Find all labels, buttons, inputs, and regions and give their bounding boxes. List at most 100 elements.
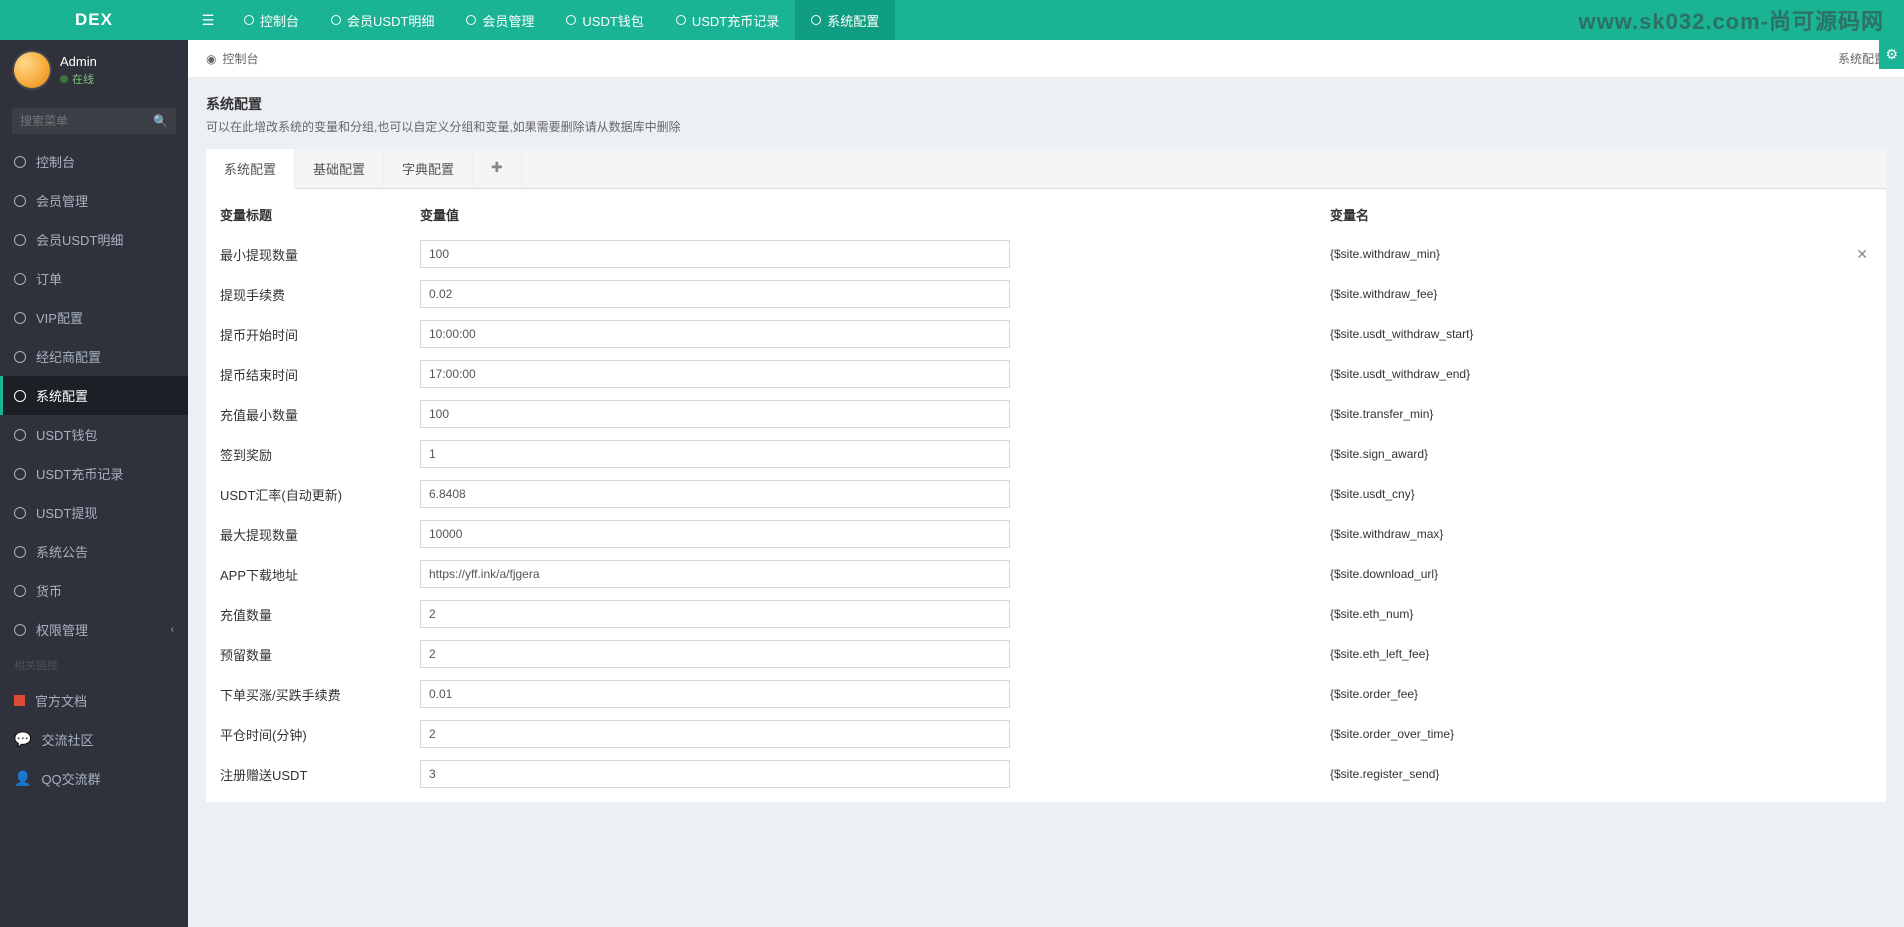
sidebar-link-2[interactable]: 👤QQ交流群 (0, 759, 188, 798)
status-dot-icon (60, 75, 68, 83)
row-var: {$site.eth_num} (1010, 607, 1872, 621)
circle-icon (14, 312, 26, 324)
row-input-2[interactable] (420, 320, 1010, 348)
sidebar-item-0[interactable]: 控制台 (0, 142, 188, 181)
search-icon[interactable]: 🔍 (153, 114, 168, 128)
topnav-item-1[interactable]: 会员USDT明细 (315, 0, 450, 40)
panel-description: 可以在此增改系统的变量和分组,也可以自定义分组和变量,如果需要删除请从数据库中删… (206, 118, 1886, 135)
row-var: {$site.usdt_withdraw_end} (1010, 367, 1872, 381)
config-row-8: APP下载地址{$site.download_url} (206, 554, 1886, 594)
user-panel: Admin 在线 (0, 40, 188, 100)
row-label: 最大提现数量 (220, 525, 420, 544)
topnav-item-5[interactable]: 系统配置 (795, 0, 895, 40)
circle-icon (331, 15, 341, 25)
circle-icon (14, 468, 26, 480)
row-input-4[interactable] (420, 400, 1010, 428)
tabs: 系统配置基础配置字典配置✚ (206, 149, 1886, 189)
breadcrumb-home[interactable]: 控制台 (222, 50, 258, 67)
row-input-7[interactable] (420, 520, 1010, 548)
column-var: 变量名 (1010, 205, 1872, 224)
tab-2[interactable]: 字典配置 (384, 149, 473, 188)
row-input-5[interactable] (420, 440, 1010, 468)
row-label: 提币结束时间 (220, 365, 420, 384)
row-input-3[interactable] (420, 360, 1010, 388)
avatar[interactable] (14, 52, 50, 88)
config-row-10: 预留数量 {$site.eth_left_fee} (206, 634, 1886, 674)
row-var: {$site.sign_award} (1010, 447, 1872, 461)
row-input-6[interactable] (420, 480, 1010, 508)
close-icon[interactable]: ✕ (1856, 246, 1872, 263)
row-input-13[interactable] (420, 760, 1010, 788)
circle-icon (14, 429, 26, 441)
tab-0[interactable]: 系统配置 (206, 149, 295, 189)
brand-logo[interactable]: DEX (0, 0, 188, 40)
circle-icon (14, 624, 26, 636)
topnav-item-4[interactable]: USDT充币记录 (660, 0, 795, 40)
sidebar-item-4[interactable]: VIP配置 (0, 298, 188, 337)
search-input[interactable] (12, 108, 176, 134)
row-label: 平仓时间(分钟) (220, 725, 420, 744)
column-value: 变量值 (420, 205, 1010, 224)
circle-icon (14, 234, 26, 246)
row-input-9[interactable] (420, 600, 1010, 628)
circle-icon (811, 15, 821, 25)
config-row-6: USDT汇率(自动更新){$site.usdt_cny} (206, 474, 1886, 514)
config-row-7: 最大提现数量{$site.withdraw_max} (206, 514, 1886, 554)
top-nav: ☰ 控制台会员USDT明细会员管理USDT钱包USDT充币记录系统配置 (188, 0, 1904, 40)
config-row-12: 平仓时间(分钟) {$site.order_over_time} (206, 714, 1886, 754)
panel-title: 系统配置 (206, 94, 1886, 114)
document-icon (14, 695, 25, 706)
sidebar-item-1[interactable]: 会员管理 (0, 181, 188, 220)
sidebar-link-0[interactable]: 官方文档 (0, 681, 188, 720)
tab-1[interactable]: 基础配置 (295, 149, 384, 188)
sidebar-item-2[interactable]: 会员USDT明细 (0, 220, 188, 259)
circle-icon (14, 585, 26, 597)
row-label: 预留数量 (220, 645, 420, 664)
sidebar-item-9[interactable]: USDT提现 (0, 493, 188, 532)
row-var: {$site.usdt_withdraw_start} (1010, 327, 1872, 341)
row-var: {$site.withdraw_min}✕ (1010, 246, 1872, 263)
row-var: {$site.register_send} (1010, 767, 1872, 781)
row-var: {$site.download_url} (1010, 567, 1872, 581)
config-row-3: 提币结束时间 {$site.usdt_withdraw_end} (206, 354, 1886, 394)
row-var: {$site.order_over_time} (1010, 727, 1872, 741)
row-input-0[interactable] (420, 240, 1010, 268)
settings-gear-icon[interactable]: ⚙ (1879, 40, 1904, 69)
circle-icon (244, 15, 254, 25)
sidebar-item-3[interactable]: 订单 (0, 259, 188, 298)
row-input-8[interactable] (420, 560, 1010, 588)
sidebar-item-11[interactable]: 货币 (0, 571, 188, 610)
row-var: {$site.eth_left_fee} (1010, 647, 1872, 661)
hamburger-icon[interactable]: ☰ (188, 12, 228, 29)
row-label: USDT汇率(自动更新) (220, 485, 420, 504)
tab-add[interactable]: ✚ (473, 149, 522, 188)
row-input-10[interactable] (420, 640, 1010, 668)
sidebar-link-1[interactable]: 💬交流社区 (0, 720, 188, 759)
qq-icon: 👤 (14, 770, 31, 787)
topnav-item-0[interactable]: 控制台 (228, 0, 315, 40)
sidebar-links-header: 相关链接 (0, 649, 188, 681)
column-label: 变量标题 (220, 205, 420, 224)
row-label: 最小提现数量 (220, 245, 420, 264)
config-row-13: 注册赠送USDT {$site.register_send} (206, 754, 1886, 794)
row-input-12[interactable] (420, 720, 1010, 748)
sidebar-item-12[interactable]: 权限管理‹ (0, 610, 188, 649)
sidebar-item-6[interactable]: 系统配置 (0, 376, 188, 415)
sidebar-item-5[interactable]: 经纪商配置 (0, 337, 188, 376)
sidebar-item-10[interactable]: 系统公告 (0, 532, 188, 571)
chevron-left-icon: ‹ (171, 624, 174, 635)
row-input-11[interactable] (420, 680, 1010, 708)
user-status: 在线 (60, 71, 97, 87)
table-header: 变量标题 变量值 变量名 (206, 205, 1886, 234)
sidebar: Admin 在线 🔍 控制台会员管理会员USDT明细订单VIP配置经纪商配置系统… (0, 40, 188, 927)
sidebar-item-7[interactable]: USDT钱包 (0, 415, 188, 454)
circle-icon (14, 156, 26, 168)
config-row-11: 下单买涨/买跌手续费{$site.order_fee} (206, 674, 1886, 714)
sidebar-item-8[interactable]: USDT充币记录 (0, 454, 188, 493)
row-label: 注册赠送USDT (220, 765, 420, 784)
circle-icon (14, 507, 26, 519)
config-row-9: 充值数量{$site.eth_num} (206, 594, 1886, 634)
topnav-item-2[interactable]: 会员管理 (450, 0, 550, 40)
topnav-item-3[interactable]: USDT钱包 (550, 0, 659, 40)
row-input-1[interactable] (420, 280, 1010, 308)
